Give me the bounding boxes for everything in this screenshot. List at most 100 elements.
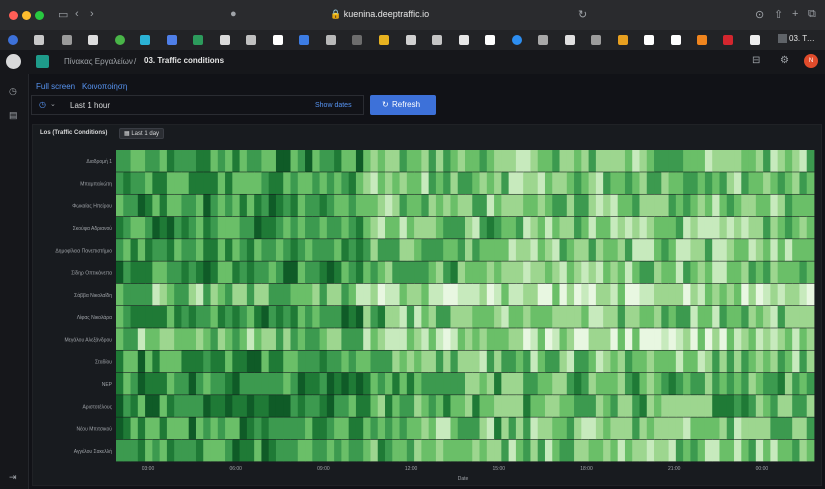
heatmap-cell[interactable] (712, 306, 720, 328)
heatmap-cell[interactable] (668, 372, 677, 395)
heatmap-cell[interactable] (174, 328, 182, 350)
heatmap-cell[interactable] (748, 239, 757, 261)
heatmap-cell[interactable] (675, 350, 684, 373)
heatmap-cell[interactable] (188, 350, 197, 373)
heatmap-cell[interactable] (595, 417, 604, 440)
heatmap-cell[interactable] (428, 261, 437, 284)
heatmap-cell[interactable] (704, 417, 713, 440)
heatmap-cell[interactable] (225, 172, 233, 194)
heatmap-cell[interactable] (435, 239, 444, 261)
heatmap-cell[interactable] (166, 306, 175, 328)
heatmap-cell[interactable] (319, 194, 328, 217)
heatmap-cell[interactable] (326, 283, 335, 306)
heatmap-cell[interactable] (297, 306, 306, 328)
heatmap-cell[interactable] (312, 216, 320, 239)
heatmap-cell[interactable] (639, 261, 648, 284)
heatmap-cell[interactable] (392, 216, 400, 239)
heatmap-cell[interactable] (624, 439, 633, 462)
heatmap-cell[interactable] (116, 283, 124, 306)
heatmap-cell[interactable] (174, 239, 182, 261)
heatmap-cell[interactable] (668, 350, 677, 373)
heatmap-cell[interactable] (392, 417, 400, 440)
heatmap-cell[interactable] (217, 172, 226, 194)
heatmap-cell[interactable] (654, 306, 662, 328)
heatmap-cell[interactable] (792, 328, 800, 350)
heatmap-cell[interactable] (355, 194, 364, 217)
heatmap-cell[interactable] (719, 372, 728, 395)
heatmap-cell[interactable] (363, 261, 371, 284)
heatmap-cell[interactable] (486, 283, 495, 306)
heatmap-cell[interactable] (225, 306, 233, 328)
heatmap-cell[interactable] (494, 283, 502, 306)
heatmap-cell[interactable] (566, 306, 575, 328)
heatmap-cell[interactable] (392, 306, 400, 328)
heatmap-cell[interactable] (777, 417, 786, 440)
heatmap-cell[interactable] (734, 328, 742, 350)
heatmap-cell[interactable] (792, 283, 800, 306)
heatmap-cell[interactable] (450, 150, 459, 172)
heatmap-cell[interactable] (537, 372, 546, 395)
heatmap-cell[interactable] (305, 150, 313, 172)
heatmap-cell[interactable] (254, 417, 262, 440)
heatmap-cell[interactable] (683, 328, 691, 350)
heatmap-cell[interactable] (283, 150, 291, 172)
heatmap-cell[interactable] (159, 239, 168, 261)
heatmap-cell[interactable] (130, 306, 139, 328)
heatmap-cell[interactable] (210, 372, 219, 395)
heatmap-cell[interactable] (501, 150, 510, 172)
heatmap-cell[interactable] (370, 216, 379, 239)
heatmap-cell[interactable] (195, 395, 204, 417)
heatmap-cell[interactable] (603, 328, 611, 350)
heatmap-cell[interactable] (574, 239, 582, 261)
heatmap-cell[interactable] (632, 172, 640, 194)
heatmap-cell[interactable] (661, 239, 669, 261)
heatmap-cell[interactable] (232, 172, 240, 194)
heatmap-cell[interactable] (385, 283, 393, 306)
heatmap-cell[interactable] (326, 395, 335, 417)
heatmap-cell[interactable] (792, 261, 800, 284)
heatmap-cell[interactable] (188, 439, 197, 462)
heatmap-cell[interactable] (515, 328, 524, 350)
heatmap-cell[interactable] (748, 283, 757, 306)
heatmap-cell[interactable] (537, 395, 546, 417)
heatmap-cell[interactable] (297, 216, 306, 239)
heatmap-cell[interactable] (406, 261, 415, 284)
heatmap-cell[interactable] (501, 439, 510, 462)
heatmap-cell[interactable] (654, 239, 662, 261)
heatmap-cell[interactable] (741, 350, 749, 373)
heatmap-cell[interactable] (486, 350, 495, 373)
heatmap-cell[interactable] (719, 283, 728, 306)
heatmap-cell[interactable] (326, 216, 335, 239)
heatmap-cell[interactable] (515, 372, 524, 395)
heatmap-cell[interactable] (137, 172, 146, 194)
heatmap-cell[interactable] (559, 216, 568, 239)
heatmap-cell[interactable] (341, 150, 350, 172)
heatmap-cell[interactable] (574, 261, 582, 284)
heatmap-cell[interactable] (632, 216, 640, 239)
heatmap-cell[interactable] (166, 439, 175, 462)
heatmap-cell[interactable] (399, 172, 408, 194)
heatmap-cell[interactable] (334, 239, 342, 261)
heatmap-cell[interactable] (232, 216, 240, 239)
heatmap-cell[interactable] (770, 328, 779, 350)
heatmap-cell[interactable] (130, 372, 139, 395)
heatmap-cell[interactable] (748, 328, 757, 350)
heatmap-cell[interactable] (116, 239, 124, 261)
heatmap-cell[interactable] (283, 417, 291, 440)
heatmap-cell[interactable] (435, 261, 444, 284)
heatmap-cell[interactable] (624, 306, 633, 328)
heatmap-cell[interactable] (217, 194, 226, 217)
heatmap-cell[interactable] (312, 194, 320, 217)
heatmap-cell[interactable] (501, 395, 510, 417)
heatmap-cell[interactable] (472, 350, 480, 373)
heatmap-cell[interactable] (421, 395, 430, 417)
heatmap-cell[interactable] (704, 283, 713, 306)
heatmap-cell[interactable] (217, 372, 226, 395)
heatmap-cell[interactable] (581, 306, 589, 328)
heatmap-cell[interactable] (268, 328, 277, 350)
heatmap-cell[interactable] (595, 150, 604, 172)
heatmap-cell[interactable] (654, 216, 662, 239)
heatmap-cell[interactable] (697, 261, 706, 284)
heatmap-cell[interactable] (210, 350, 219, 373)
heatmap-cell[interactable] (370, 306, 379, 328)
